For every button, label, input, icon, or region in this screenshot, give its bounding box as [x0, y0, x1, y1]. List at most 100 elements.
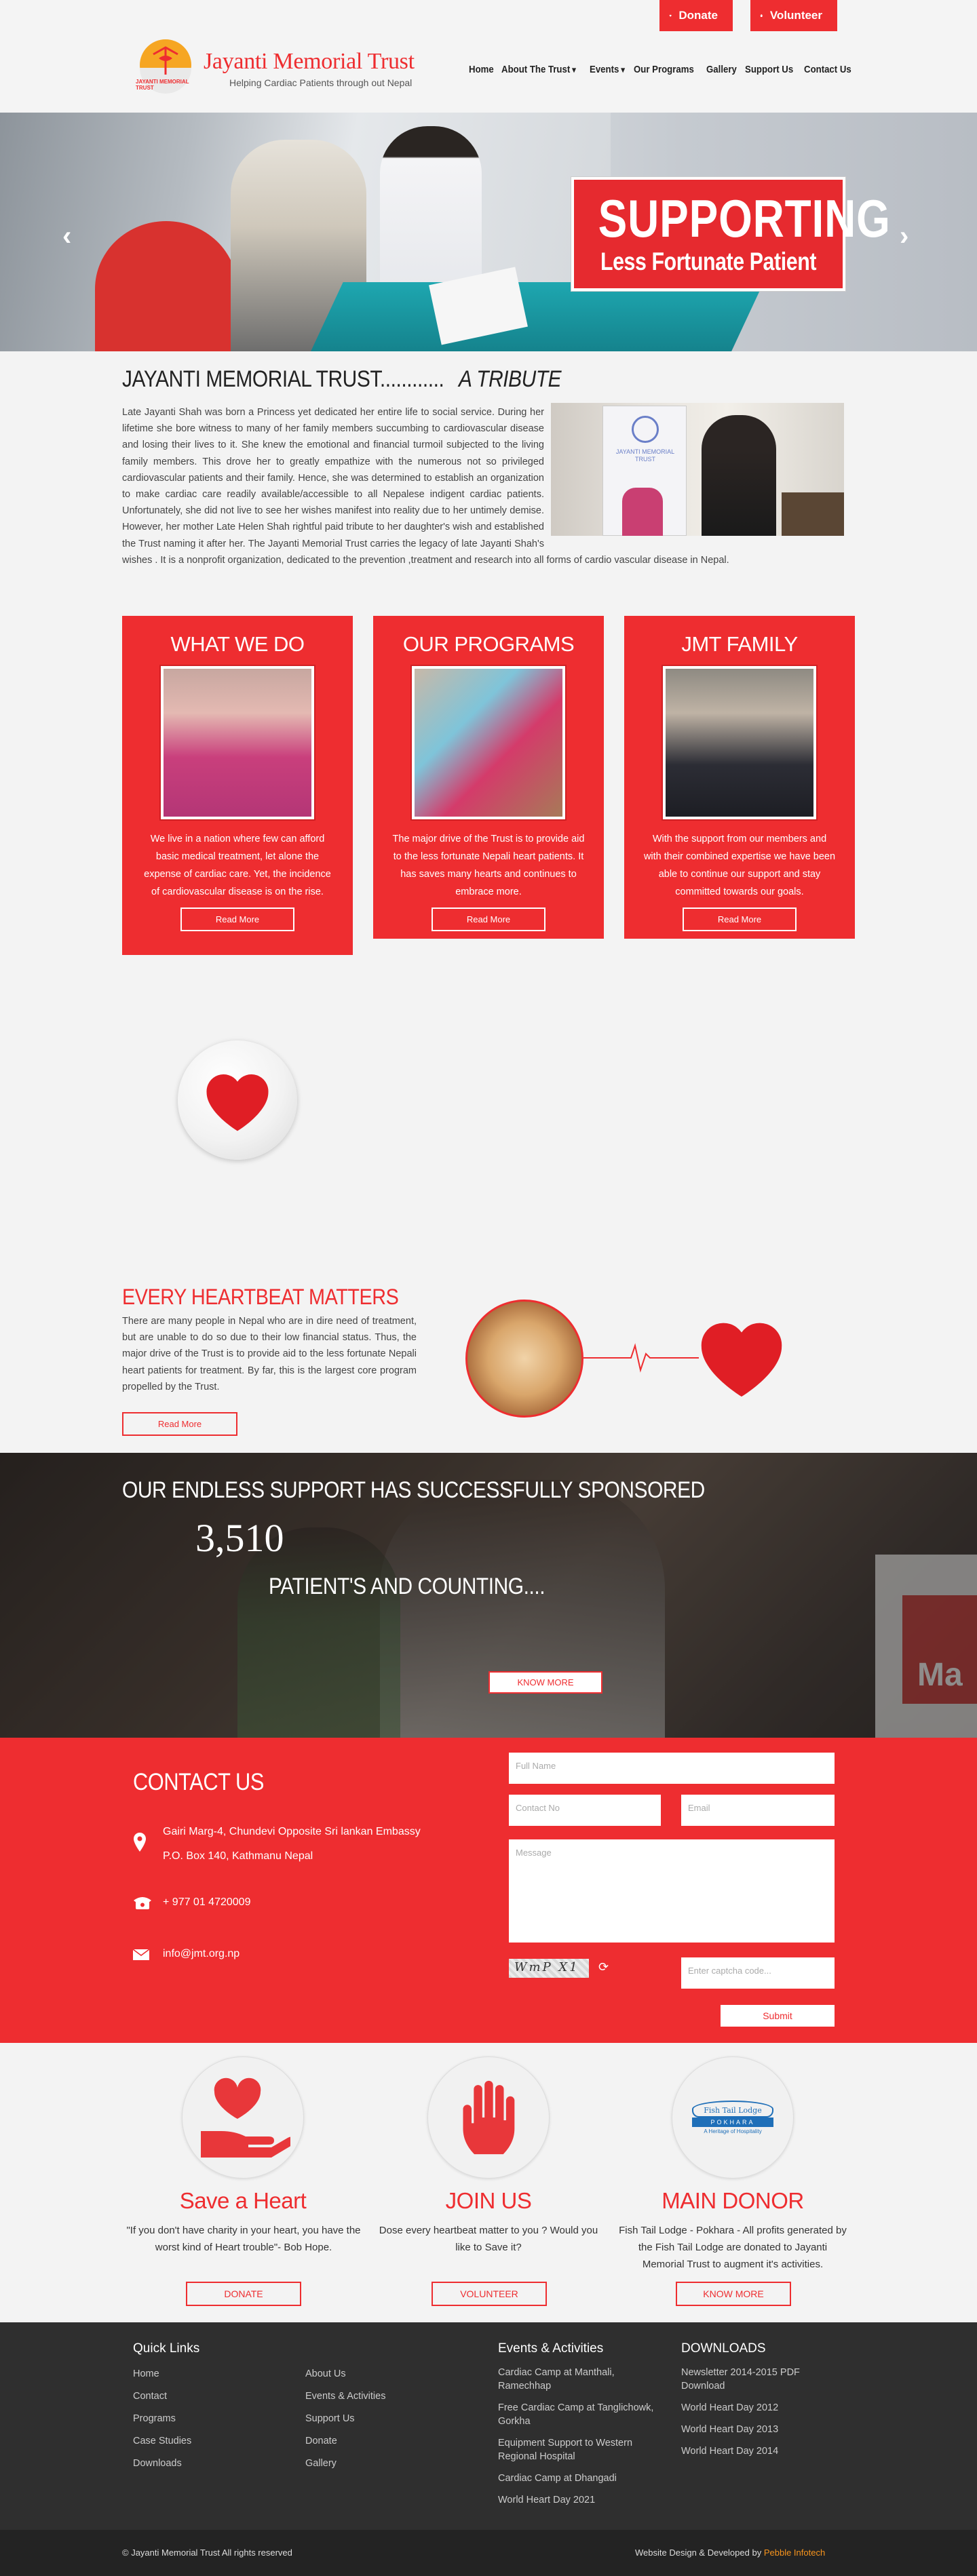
donate-label: Donate — [678, 9, 718, 22]
credit-prefix: Website Design & Developed by — [635, 2548, 762, 2558]
card-title: OUR PROGRAMS — [402, 632, 575, 656]
contact-email[interactable]: info@jmt.org.np — [163, 1948, 240, 1960]
nav-events[interactable]: Events ▾ — [585, 64, 630, 75]
contact-no-input[interactable]: Contact No — [509, 1795, 661, 1826]
event-link[interactable]: World Heart Day 2021 — [498, 2493, 654, 2507]
raised-hand-icon — [463, 2080, 515, 2155]
footer-link[interactable]: Gallery — [305, 2457, 385, 2470]
credit-link[interactable]: Pebble Infotech — [764, 2548, 825, 2558]
nav-home[interactable]: Home — [464, 64, 499, 75]
hero-line2: Less Fortunate Patient — [600, 248, 817, 275]
email-input[interactable]: Email — [681, 1795, 835, 1826]
sponsor-band: Ma OUR ENDLESS SUPPORT HAS SUCCESSFULLY … — [0, 1453, 977, 1738]
join-us-circle — [427, 2056, 550, 2179]
message-textarea[interactable]: Message — [509, 1839, 835, 1943]
event-link[interactable]: Equipment Support to Western Regional Ho… — [498, 2436, 654, 2463]
card-photo — [663, 666, 816, 819]
heart-icon — [669, 14, 672, 17]
nav-programs[interactable]: Our Programs — [629, 64, 699, 75]
heart-icon — [701, 1323, 782, 1397]
logo-top: Fish Tail Lodge — [692, 2101, 773, 2118]
card-photo — [412, 666, 565, 819]
card-what-we-do: WHAT WE DO We live in a nation where few… — [122, 616, 353, 955]
map-pin-icon — [134, 1833, 146, 1852]
nav-support[interactable]: Support Us — [740, 64, 798, 75]
footer-link[interactable]: Contact — [133, 2389, 191, 2403]
hero-doctor — [380, 126, 482, 296]
header: Donate Volunteer JAYANTI MEMORIAL TRUST … — [0, 0, 977, 113]
read-more-button[interactable]: Read More — [180, 908, 294, 931]
captcha-input[interactable]: Enter captcha code... — [681, 1957, 835, 1989]
nav-about[interactable]: About The Trust ▾ — [497, 64, 581, 75]
submit-button[interactable]: Submit — [721, 2005, 835, 2027]
save-heart-title: Save a Heart — [179, 2188, 307, 2213]
quick-links-col2: About Us Events & Activities Support Us … — [305, 2367, 385, 2470]
know-more-button[interactable]: KNOW MORE — [488, 1671, 602, 1694]
footer-link[interactable]: Events & Activities — [305, 2389, 385, 2403]
hero-slider: SUPPORTING Less Fortunate Patient ‹ › — [0, 113, 977, 351]
volunteer-button[interactable]: Volunteer — [750, 0, 837, 31]
footer-link[interactable]: Donate — [305, 2434, 385, 2448]
logo-mid: POKHARA — [692, 2118, 773, 2127]
fish-tail-lodge-logo: Fish Tail Lodge POKHARA A Heritage of Ho… — [692, 2101, 773, 2134]
volunteer-label: Volunteer — [769, 9, 822, 22]
chevron-down-icon: ▾ — [619, 65, 626, 75]
card-text: The major drive of the Trust is to provi… — [392, 834, 585, 897]
heart-in-hand-icon — [201, 2077, 290, 2158]
join-us-title: JOIN US — [445, 2188, 532, 2213]
download-link[interactable]: World Heart Day 2012 — [681, 2401, 824, 2415]
logo-bottom: A Heritage of Hospitality — [704, 2128, 762, 2134]
event-link[interactable]: Cardiac Camp at Dhangadi — [498, 2472, 654, 2485]
logo[interactable]: JAYANTI MEMORIAL TRUST — [133, 38, 201, 98]
download-link[interactable]: World Heart Day 2014 — [681, 2444, 824, 2458]
heartbeat-read-more-button[interactable]: Read More — [122, 1412, 237, 1436]
chevron-right-icon[interactable]: › — [900, 221, 908, 252]
save-heart-text: "If you don't have charity in your heart… — [126, 2225, 361, 2253]
footer-link[interactable]: Support Us — [305, 2412, 385, 2425]
tribute-text: Late Jayanti Shah was born a Princess ye… — [122, 404, 856, 568]
card-title: WHAT WE DO — [170, 632, 305, 656]
chevron-left-icon[interactable]: ‹ — [62, 221, 71, 252]
card-title: JMT FAMILY — [681, 632, 798, 656]
brand-name: Jayanti Memorial Trust — [204, 49, 415, 74]
main-nav: Home About The Trust ▾ Events ▾ Our Prog… — [464, 64, 857, 75]
heartbeat-line-icon — [583, 1343, 699, 1373]
hero-table — [308, 282, 764, 351]
join-us-text: Dose every heartbeat matter to you ? Wou… — [379, 2225, 598, 2253]
tribute-title-em: A TRIBUTE — [459, 366, 562, 392]
footer-link[interactable]: About Us — [305, 2367, 385, 2381]
footer-link[interactable]: Case Studies — [133, 2434, 191, 2448]
envelope-icon — [133, 1949, 149, 1960]
nav-about-label: About The Trust — [501, 64, 570, 75]
heart-icon — [206, 1074, 269, 1131]
refresh-icon[interactable]: ⟳ — [598, 1960, 609, 1974]
quick-links-col1: Home Contact Programs Case Studies Downl… — [133, 2367, 191, 2470]
captcha-image: WmP X1 — [509, 1959, 589, 1978]
nav-gallery[interactable]: Gallery — [702, 64, 742, 75]
copyright-bar: © Jayanti Memorial Trust All rights rese… — [0, 2530, 977, 2576]
volunteer-footer-button[interactable]: VOLUNTEER — [432, 2282, 547, 2306]
downloads-title: DOWNLOADS — [681, 2341, 766, 2356]
hero-chair — [95, 221, 237, 351]
event-link[interactable]: Free Cardiac Camp at Tanglichowk, Gorkha — [498, 2401, 654, 2428]
nav-contact[interactable]: Contact Us — [799, 64, 856, 75]
contact-title: CONTACT US — [133, 1769, 264, 1795]
read-more-button[interactable]: Read More — [432, 908, 545, 931]
footer-link[interactable]: Programs — [133, 2412, 191, 2425]
donate-footer-button[interactable]: DONATE — [186, 2282, 301, 2306]
sponsor-line1: OUR ENDLESS SUPPORT HAS SUCCESSFULLY SPO… — [122, 1477, 705, 1503]
footer-link[interactable]: Home — [133, 2367, 191, 2381]
know-more-footer-button[interactable]: KNOW MORE — [676, 2282, 791, 2306]
contact-phone[interactable]: + 977 01 4720009 — [163, 1896, 250, 1909]
download-link[interactable]: World Heart Day 2013 — [681, 2423, 824, 2436]
card-jmt-family: JMT FAMILY With the support from our mem… — [624, 616, 855, 939]
contact-section: CONTACT US Gairi Marg-4, Chundevi Opposi… — [0, 1738, 977, 2043]
footer-link[interactable]: Downloads — [133, 2457, 191, 2470]
tribute-title-main: JAYANTI MEMORIAL TRUST............ — [122, 366, 444, 392]
donate-button[interactable]: Donate — [659, 0, 733, 31]
save-heart-circle — [182, 2056, 304, 2179]
download-link[interactable]: Newsletter 2014-2015 PDF Download — [681, 2366, 824, 2393]
full-name-input[interactable]: Full Name — [509, 1753, 835, 1784]
event-link[interactable]: Cardiac Camp at Manthali, Ramechhap — [498, 2366, 654, 2393]
read-more-button[interactable]: Read More — [683, 908, 797, 931]
